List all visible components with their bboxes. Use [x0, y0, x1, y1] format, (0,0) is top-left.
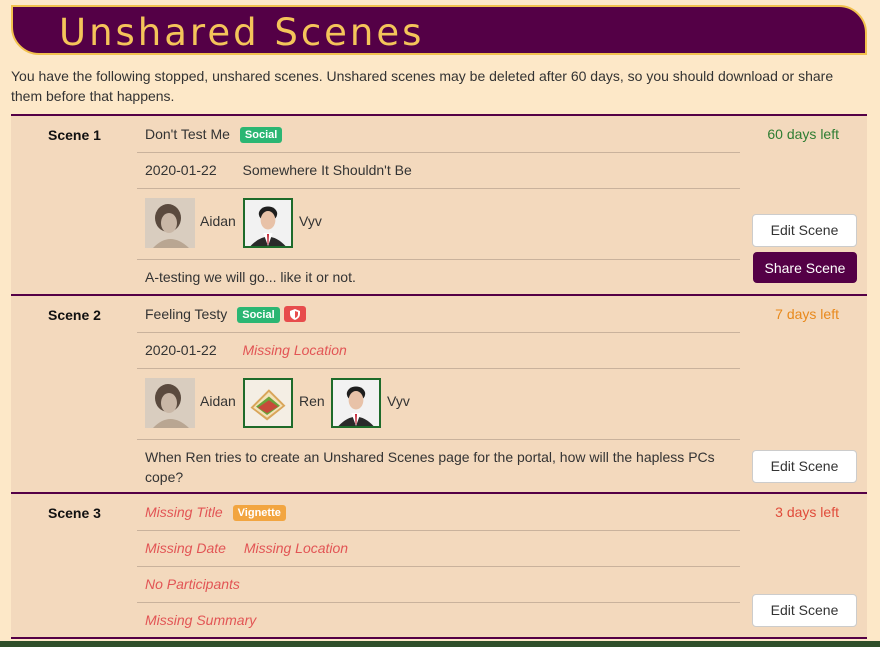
scene-title[interactable]: Don't Test Me	[145, 126, 230, 142]
participant-name: Aidan	[200, 393, 236, 409]
edit-scene-button[interactable]: Edit Scene	[752, 214, 857, 247]
participant-name: Ren	[299, 393, 325, 409]
scene-card: Scene 3 3 days left Missing Title Vignett…	[11, 492, 867, 637]
scene-title-row: Feeling Testy Social	[137, 296, 740, 332]
scene-card: Scene 2 7 days left Feeling Testy Social …	[11, 294, 867, 492]
scene-title-missing[interactable]: Missing Title	[145, 504, 223, 520]
participant-name: Vyv	[299, 213, 322, 229]
scene-location-missing: Missing Location	[242, 342, 347, 358]
summary-row: Missing Summary	[137, 602, 740, 638]
scene-date: 2020-01-22	[145, 342, 217, 358]
scene-title-row: Missing Title Vignette	[137, 494, 740, 530]
tag-social: Social	[239, 127, 283, 143]
scene-date-location-row: Missing Date Missing Location	[137, 530, 740, 566]
scene-card: Scene 1 60 days left Don't Test Me Social…	[11, 114, 867, 295]
scene-title-row: Don't Test Me Social	[137, 116, 740, 152]
page-title: Unshared Scenes	[59, 11, 425, 54]
share-scene-button[interactable]: Share Scene	[753, 252, 857, 283]
scene-location-missing: Missing Location	[243, 540, 349, 556]
edit-scene-button[interactable]: Edit Scene	[752, 594, 857, 627]
shield-icon	[283, 306, 306, 322]
scene-summary: When Ren tries to create an Unshared Sce…	[145, 449, 715, 485]
scene-date-location-row: 2020-01-22 Somewhere It Shouldn't Be	[137, 152, 740, 188]
avatar-aidan	[145, 378, 195, 428]
avatar-ren	[243, 378, 293, 428]
scene-date: 2020-01-22	[145, 162, 217, 178]
scene-label: Scene 1	[48, 127, 101, 143]
scene-date-missing: Missing Date	[145, 540, 226, 556]
intro-text: You have the following stopped, unshared…	[11, 68, 834, 104]
days-left: 60 days left	[767, 126, 839, 142]
participant-name: Vyv	[387, 393, 410, 409]
summary-row: When Ren tries to create an Unshared Sce…	[137, 439, 740, 492]
scene-location: Somewhere It Shouldn't Be	[242, 162, 412, 178]
scene-summary: A-testing we will go... like it or not.	[145, 269, 356, 285]
participants-row: Aidan Vyv	[137, 188, 740, 259]
no-participants: No Participants	[145, 576, 240, 592]
avatar-vyv	[243, 198, 293, 248]
days-left: 7 days left	[775, 306, 839, 322]
scene-summary-missing: Missing Summary	[145, 612, 257, 628]
tag-vignette: Vignette	[232, 505, 286, 521]
page-footer-strip	[0, 641, 880, 647]
scene-label: Scene 2	[48, 307, 101, 323]
summary-row: A-testing we will go... like it or not.	[137, 259, 740, 295]
scene-title[interactable]: Feeling Testy	[145, 306, 227, 322]
list-bottom-border	[11, 637, 867, 639]
participant-name: Aidan	[200, 213, 236, 229]
avatar-aidan	[145, 198, 195, 248]
tag-social: Social	[237, 307, 280, 323]
edit-scene-button[interactable]: Edit Scene	[752, 450, 857, 483]
days-left: 3 days left	[775, 504, 839, 520]
participants-row: No Participants	[137, 566, 740, 602]
scene-date-location-row: 2020-01-22 Missing Location	[137, 332, 740, 368]
scene-label: Scene 3	[48, 505, 101, 521]
page-banner: Unshared Scenes	[11, 5, 867, 55]
participants-row: Aidan Ren Vyv	[137, 368, 740, 439]
avatar-vyv	[331, 378, 381, 428]
